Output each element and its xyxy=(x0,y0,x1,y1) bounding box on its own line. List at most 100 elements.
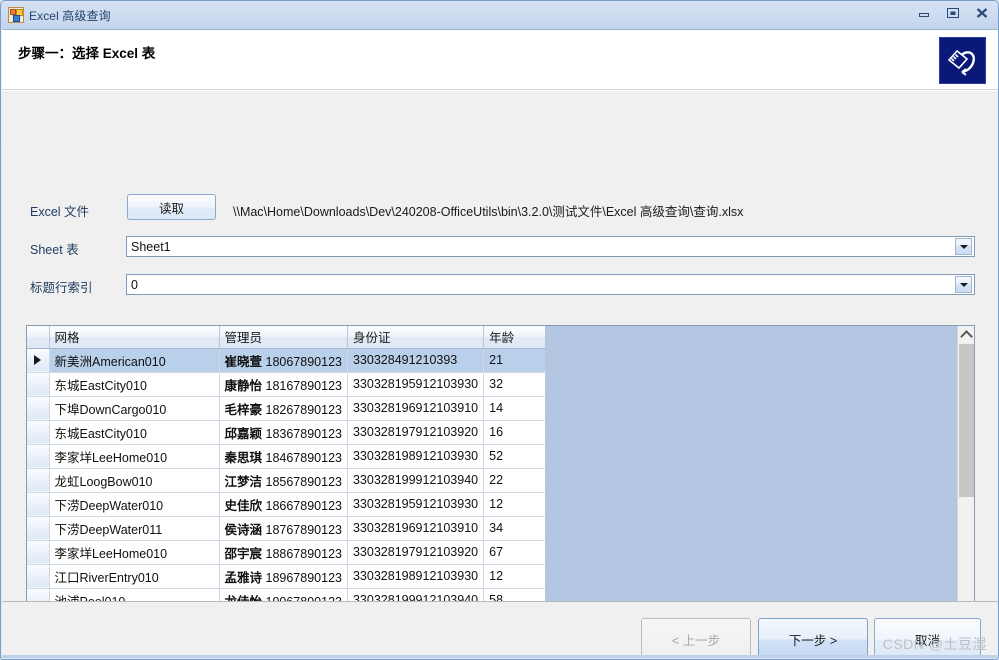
table-row[interactable]: 下涝DeepWater011 侯诗涵 18767890123 33032819691… xyxy=(27,516,547,541)
cell-age[interactable]: 67 xyxy=(483,540,547,565)
sheet-select[interactable]: Sheet1 xyxy=(126,236,975,257)
cell-admin[interactable]: 毛梓豪 18267890123 xyxy=(219,396,348,421)
table-row[interactable]: 新美洲American010 崔晓萱 18067890123 33032849121… xyxy=(27,348,547,373)
cell-grid[interactable]: 李家垟LeeHome010 xyxy=(49,444,220,469)
close-icon[interactable] xyxy=(968,3,996,22)
admin-phone: 18367890123 xyxy=(265,426,342,441)
cell-id-card[interactable]: 330328196912103910 xyxy=(347,396,485,421)
window-title: Excel 高级查询 xyxy=(29,8,111,23)
column-header-age[interactable]: 年龄 xyxy=(483,326,547,349)
cell-id-card[interactable]: 330328197912103920 xyxy=(347,540,485,565)
scrollbar-thumb[interactable] xyxy=(959,344,974,497)
cell-grid[interactable]: 李家垟LeeHome010 xyxy=(49,540,220,565)
table-row[interactable]: 龙虹LoogBow010 江梦洁 18567890123 3303281999121… xyxy=(27,468,547,493)
cell-age[interactable]: 34 xyxy=(483,516,547,541)
cell-grid[interactable]: 龙虹LoogBow010 xyxy=(49,468,220,493)
chevron-down-icon[interactable] xyxy=(955,276,972,293)
cell-grid[interactable]: 东城EastCity010 xyxy=(49,372,220,397)
sheet-select-value: Sheet1 xyxy=(131,239,171,254)
table-body: 新美洲American010 崔晓萱 18067890123 33032849121… xyxy=(27,348,547,630)
cell-age[interactable]: 16 xyxy=(483,420,547,445)
cell-id-card[interactable]: 330328198912103930 xyxy=(347,444,485,469)
cell-grid[interactable]: 下涝DeepWater010 xyxy=(49,492,220,517)
row-header-cell[interactable] xyxy=(27,540,50,565)
admin-name: 崔晓萱 xyxy=(224,354,263,369)
admin-name: 史佳欣 xyxy=(224,498,263,513)
next-step-button[interactable]: 下一步 > xyxy=(758,618,868,655)
scroll-up-icon[interactable] xyxy=(958,326,974,343)
preview-data-grid[interactable]: 网格 管理员 身份证 年龄 新美洲American010 崔晓萱 18067890… xyxy=(26,325,975,631)
cell-admin[interactable]: 史佳欣 18667890123 xyxy=(219,492,348,517)
cell-age[interactable]: 12 xyxy=(483,564,547,589)
previous-step-button[interactable]: < 上一步 xyxy=(641,618,751,655)
cell-id-card[interactable]: 330328196912103910 xyxy=(347,516,485,541)
row-header-cell[interactable] xyxy=(27,564,50,589)
cell-age[interactable]: 52 xyxy=(483,444,547,469)
cell-grid[interactable]: 新美洲American010 xyxy=(49,348,220,373)
cell-id-card[interactable]: 330328199912103940 xyxy=(347,468,485,493)
table-row[interactable]: 下涝DeepWater010 史佳欣 18667890123 33032819591… xyxy=(27,492,547,517)
cell-grid[interactable]: 江口RiverEntry010 xyxy=(49,564,220,589)
cell-admin[interactable]: 侯诗涵 18767890123 xyxy=(219,516,348,541)
read-button[interactable]: 读取 xyxy=(127,194,216,220)
column-header-admin[interactable]: 管理员 xyxy=(219,326,348,349)
cell-age[interactable]: 14 xyxy=(483,396,547,421)
cell-id-card[interactable]: 330328197912103920 xyxy=(347,420,485,445)
table-row[interactable]: 东城EastCity010 邱嘉颖 18367890123 330328197912… xyxy=(27,420,547,445)
cell-admin[interactable]: 康静怡 18167890123 xyxy=(219,372,348,397)
column-header-id-card[interactable]: 身份证 xyxy=(347,326,485,349)
maximize-icon[interactable] xyxy=(939,3,967,22)
column-header-grid[interactable]: 网格 xyxy=(49,326,220,349)
row-header-cell[interactable] xyxy=(27,396,50,421)
cell-age[interactable]: 12 xyxy=(483,492,547,517)
cell-age[interactable]: 22 xyxy=(483,468,547,493)
admin-name: 邵宇宸 xyxy=(224,546,263,561)
form-designer-icon xyxy=(8,7,24,23)
admin-phone: 18167890123 xyxy=(265,378,342,393)
admin-name: 康静怡 xyxy=(224,378,263,393)
chevron-down-icon[interactable] xyxy=(955,238,972,255)
cell-admin[interactable]: 孟雅诗 18967890123 xyxy=(219,564,348,589)
cell-admin[interactable]: 江梦洁 18567890123 xyxy=(219,468,348,493)
header-row-label: 标题行索引 xyxy=(30,281,93,295)
grid-vertical-scrollbar[interactable] xyxy=(957,326,974,630)
cell-age[interactable]: 32 xyxy=(483,372,547,397)
cell-admin[interactable]: 邵宇宸 18867890123 xyxy=(219,540,348,565)
table-row[interactable]: 江口RiverEntry010 孟雅诗 18967890123 3303281989… xyxy=(27,564,547,589)
table-row[interactable]: 李家垟LeeHome010 邵宇宸 18867890123 330328197912… xyxy=(27,540,547,565)
row-header-cell[interactable] xyxy=(27,444,50,469)
watermark-text: CSDN @土豆湿 xyxy=(882,636,987,652)
cell-grid[interactable]: 下埠DownCargo010 xyxy=(49,396,220,421)
row-header-cell[interactable] xyxy=(27,492,50,517)
cell-admin[interactable]: 秦思琪 18467890123 xyxy=(219,444,348,469)
cell-id-card[interactable]: 330328491210393 xyxy=(347,348,485,373)
cell-admin[interactable]: 崔晓萱 18067890123 xyxy=(219,348,348,373)
cell-id-card[interactable]: 330328195912103930 xyxy=(347,372,485,397)
cell-grid[interactable]: 下涝DeepWater011 xyxy=(49,516,220,541)
row-header-cell[interactable] xyxy=(27,516,50,541)
admin-phone: 18767890123 xyxy=(265,522,342,537)
admin-phone: 18867890123 xyxy=(265,546,342,561)
cell-age[interactable]: 21 xyxy=(483,348,547,373)
row-header-cell[interactable] xyxy=(27,420,50,445)
wizard-button-bar: < 上一步 下一步 > 取消 CSDN @土豆湿 xyxy=(2,601,998,655)
sheet-label: Sheet 表 xyxy=(30,243,79,257)
cell-id-card[interactable]: 330328198912103930 xyxy=(347,564,485,589)
header-row-select[interactable]: 0 xyxy=(126,274,975,295)
cell-admin[interactable]: 邱嘉颖 18367890123 xyxy=(219,420,348,445)
cell-grid[interactable]: 东城EastCity010 xyxy=(49,420,220,445)
client-area: 步骤一：选择 Excel 表 Excel 文件 读取 \\Mac\Home\Do… xyxy=(2,29,998,655)
row-header-cell[interactable] xyxy=(27,348,50,373)
row-header-cell[interactable] xyxy=(27,372,50,397)
application-window: Excel 高级查询 步骤一：选择 Excel 表 Excel 文件 读取 \\… xyxy=(0,0,999,660)
minimize-icon[interactable] xyxy=(910,3,938,22)
table-row[interactable]: 下埠DownCargo010 毛梓豪 18267890123 33032819691… xyxy=(27,396,547,421)
table-row[interactable]: 东城EastCity010 康静怡 18167890123 330328195912… xyxy=(27,372,547,397)
admin-name: 侯诗涵 xyxy=(224,522,263,537)
table-row[interactable]: 李家垟LeeHome010 秦思琪 18467890123 330328198912… xyxy=(27,444,547,469)
admin-name: 毛梓豪 xyxy=(224,402,263,417)
row-header-cell[interactable] xyxy=(27,468,50,493)
title-bar[interactable]: Excel 高级查询 xyxy=(1,1,998,29)
cell-id-card[interactable]: 330328195912103930 xyxy=(347,492,485,517)
admin-name: 江梦洁 xyxy=(224,474,263,489)
